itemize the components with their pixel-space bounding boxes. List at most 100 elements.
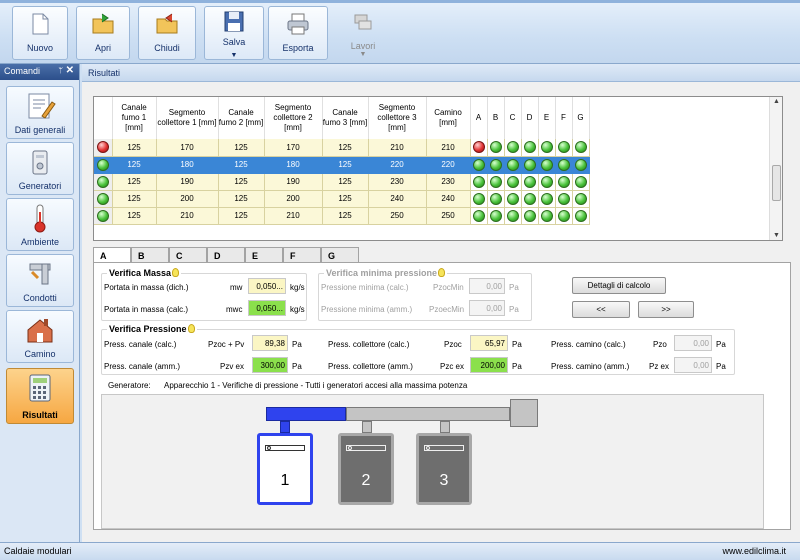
check-cell bbox=[538, 190, 556, 208]
save-button[interactable]: Salva ▼ bbox=[204, 6, 264, 60]
tab-b[interactable]: B bbox=[131, 247, 169, 263]
table-row[interactable]: 125 170 125 170 125 210 210 bbox=[94, 139, 590, 157]
column-header[interactable]: B bbox=[487, 97, 505, 139]
pin-icon[interactable]: ᛘ bbox=[58, 66, 63, 75]
results-table: Canale fumo 1 [mm] Segmento collettore 1… bbox=[94, 97, 590, 225]
tab-d[interactable]: D bbox=[207, 247, 245, 263]
check-cell bbox=[555, 207, 573, 225]
column-header[interactable]: F bbox=[555, 97, 573, 139]
min-pressure-amm-unit: Pa bbox=[509, 305, 519, 314]
column-header[interactable]: D bbox=[521, 97, 539, 139]
sidebar-item-label: Risultati bbox=[22, 410, 58, 420]
green-status-light-icon bbox=[574, 192, 587, 205]
jobs-button[interactable]: Lavori ▼ bbox=[334, 6, 392, 60]
website-link[interactable]: www.edilclima.it bbox=[722, 546, 786, 556]
tab-e[interactable]: E bbox=[245, 247, 283, 263]
green-status-light-icon bbox=[472, 209, 485, 222]
active-riser bbox=[280, 421, 290, 433]
generator-3[interactable]: 3 bbox=[416, 433, 472, 505]
column-header[interactable]: Canale fumo 1 [mm] bbox=[112, 97, 157, 139]
table-row[interactable]: 125 180 125 180 125 220 220 bbox=[94, 156, 590, 174]
scroll-up-arrow-icon[interactable]: ▲ bbox=[770, 98, 782, 105]
scrollbar-thumb[interactable] bbox=[772, 165, 781, 201]
chimney-calc-value: 0,00 bbox=[674, 335, 712, 351]
column-header[interactable]: E bbox=[538, 97, 556, 139]
grid-scrollbar[interactable]: ▲ ▼ bbox=[769, 97, 782, 240]
open-button[interactable]: Apri bbox=[76, 6, 130, 60]
column-header[interactable]: Camino [mm] bbox=[426, 97, 471, 139]
collector-amm-unit: Pa bbox=[512, 362, 522, 371]
mass-declared-symbol: mw bbox=[230, 283, 243, 292]
calculation-details-button[interactable]: Dettagli di calcolo bbox=[572, 277, 666, 294]
column-header[interactable]: Segmento collettore 1 [mm] bbox=[156, 97, 219, 139]
table-row[interactable]: 125 210 125 210 125 250 250 bbox=[94, 207, 590, 225]
min-pressure-amm-label: Pressione minima (amm.) bbox=[321, 305, 413, 314]
export-button[interactable]: Esporta bbox=[268, 6, 328, 60]
table-row[interactable]: 125 200 125 200 125 240 240 bbox=[94, 190, 590, 208]
tab-g[interactable]: G bbox=[321, 247, 359, 263]
green-status-light-icon bbox=[96, 175, 109, 188]
save-dropdown-arrow[interactable]: ▼ bbox=[205, 52, 263, 59]
collector-calc-symbol: Pzoc bbox=[444, 340, 462, 349]
green-status-light-icon bbox=[489, 158, 502, 171]
sidebar-item-camino[interactable]: Camino bbox=[6, 310, 74, 363]
new-document-icon bbox=[32, 13, 49, 35]
next-button[interactable]: >> bbox=[638, 301, 694, 318]
table-cell: 125 bbox=[112, 156, 157, 174]
close-button[interactable]: Chiudi bbox=[138, 6, 196, 60]
lightbulb-icon bbox=[172, 268, 180, 277]
generator-number: 3 bbox=[439, 472, 449, 489]
thermometer-icon bbox=[34, 204, 46, 233]
check-cell bbox=[521, 207, 539, 225]
column-header[interactable]: Segmento collettore 3 [mm] bbox=[368, 97, 427, 139]
commands-sidebar: Comandi ᛘ ✕ Dati generali Generatori Amb… bbox=[0, 64, 80, 542]
column-header[interactable]: G bbox=[572, 97, 590, 139]
ducts-icon bbox=[29, 263, 51, 285]
check-cell bbox=[470, 207, 488, 225]
green-status-light-icon bbox=[523, 192, 536, 205]
check-cell bbox=[487, 190, 505, 208]
jobs-button-label: Lavori bbox=[350, 41, 376, 51]
status-header bbox=[94, 97, 113, 139]
new-button[interactable]: Nuovo bbox=[12, 6, 68, 60]
channel-amm-unit: Pa bbox=[292, 362, 302, 371]
close-icon[interactable]: ✕ bbox=[66, 65, 74, 76]
column-header[interactable]: C bbox=[504, 97, 522, 139]
table-row[interactable]: 125 190 125 190 125 230 230 bbox=[94, 173, 590, 191]
jobs-dropdown-arrow[interactable]: ▼ bbox=[335, 51, 391, 58]
chimney-block bbox=[510, 399, 538, 427]
collector-calc-unit: Pa bbox=[512, 340, 522, 349]
sidebar-item-condotti[interactable]: Condotti bbox=[6, 254, 74, 307]
table-cell: 180 bbox=[264, 156, 323, 174]
row-status-cell bbox=[94, 139, 113, 157]
row-status-cell bbox=[94, 207, 113, 225]
sidebar-item-dati-generali[interactable]: Dati generali bbox=[6, 86, 74, 139]
tab-f[interactable]: F bbox=[283, 247, 321, 263]
column-header[interactable]: Segmento collettore 2 [mm] bbox=[264, 97, 323, 139]
previous-button[interactable]: << bbox=[572, 301, 630, 318]
column-header[interactable]: Canale fumo 2 [mm] bbox=[218, 97, 265, 139]
generator-1[interactable]: 1 bbox=[257, 433, 313, 505]
close-folder-icon bbox=[156, 13, 178, 34]
generator-2[interactable]: 2 bbox=[338, 433, 394, 505]
green-status-light-icon bbox=[489, 141, 502, 154]
scroll-down-arrow-icon[interactable]: ▼ bbox=[770, 232, 782, 239]
table-cell: 240 bbox=[426, 190, 471, 208]
table-cell: 220 bbox=[368, 156, 427, 174]
column-header[interactable]: Canale fumo 3 [mm] bbox=[322, 97, 369, 139]
floppy-disk-icon bbox=[224, 11, 244, 32]
printer-icon bbox=[287, 13, 309, 35]
table-cell: 230 bbox=[368, 173, 427, 191]
save-button-label: Salva bbox=[222, 37, 246, 47]
sidebar-item-generatori[interactable]: Generatori bbox=[6, 142, 74, 195]
check-cell bbox=[538, 173, 556, 191]
column-header[interactable]: A bbox=[470, 97, 488, 139]
table-cell: 125 bbox=[218, 139, 265, 157]
sidebar-item-ambiente[interactable]: Ambiente bbox=[6, 198, 74, 251]
sidebar-item-risultati[interactable]: Risultati bbox=[6, 368, 74, 424]
green-status-light-icon bbox=[557, 158, 570, 171]
tab-c[interactable]: C bbox=[169, 247, 207, 263]
table-cell: 125 bbox=[218, 173, 265, 191]
check-cell bbox=[555, 190, 573, 208]
new-button-label: Nuovo bbox=[26, 43, 53, 53]
